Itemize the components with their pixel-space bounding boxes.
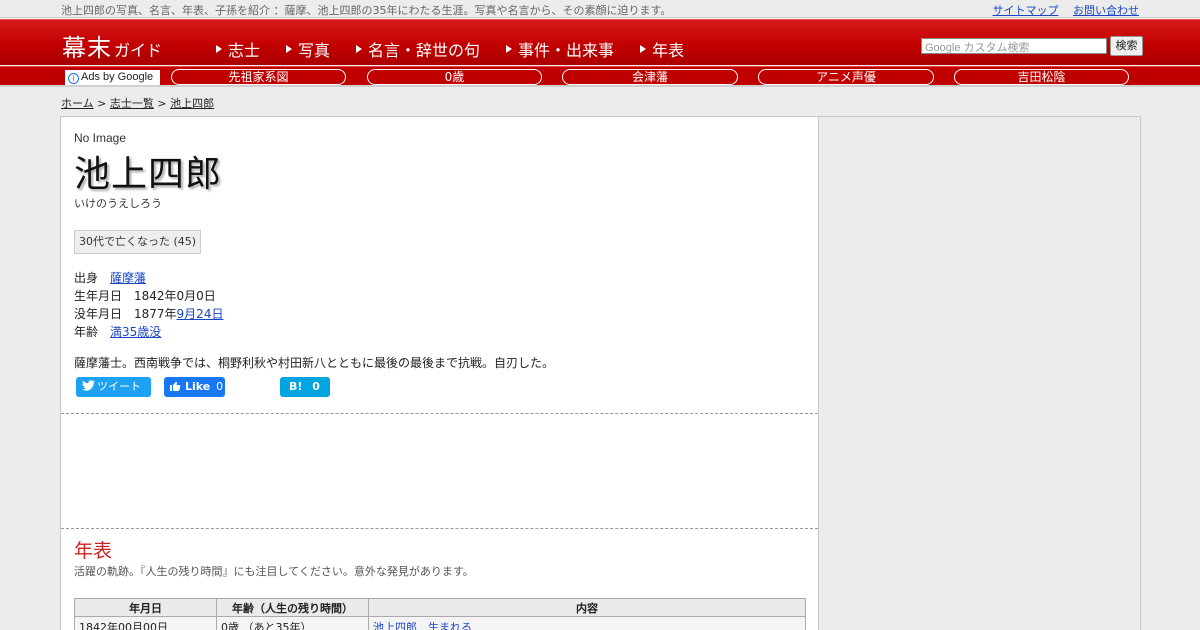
triangle-right-icon — [286, 45, 293, 53]
no-image-label: No Image — [74, 131, 127, 145]
column-header-content: 内容 — [368, 598, 806, 617]
age-link[interactable]: 満35歳没 — [110, 325, 161, 339]
ad-link[interactable]: 先祖家系図 — [171, 69, 346, 85]
breadcrumb: ホーム > 志士一覧 > 池上四郎 — [61, 97, 215, 110]
ad-link[interactable]: 会津藩 — [562, 69, 738, 85]
fb-like-count: 0 — [216, 380, 224, 393]
tweet-label: ツイート — [97, 380, 141, 393]
table-row: 1842年00月00日 0歳 （あと35年） 池上四郎 生まれる — [74, 616, 806, 630]
facebook-like-button[interactable]: Like 0 — [164, 377, 225, 397]
nav-item-label: 名言・辞世の句 — [368, 41, 481, 60]
twitter-bird-icon — [82, 380, 95, 391]
info-icon: i — [68, 73, 79, 84]
fb-like-label: Like — [185, 380, 211, 393]
nav-item-quotes[interactable]: 名言・辞世の句 — [356, 37, 480, 61]
column-header-age: 年齢（人生の残り時間） — [216, 598, 369, 617]
sidebar — [818, 116, 1141, 630]
row-date: 1842年00月00日 — [74, 616, 217, 630]
death-label: 没年月日 — [74, 307, 123, 321]
divider — [61, 413, 818, 414]
triangle-right-icon — [506, 45, 513, 53]
timeline-subtitle: 活躍の軌跡。『人生の残り時間』にも注目してください。意外な発見があります。 — [74, 565, 474, 578]
triangle-right-icon — [356, 45, 363, 53]
death-year: 1877年 — [134, 307, 177, 321]
death-row: 没年月日 1877年9月24日 — [74, 305, 223, 322]
birth-label: 生年月日 — [74, 289, 123, 303]
ad-link[interactable]: 吉田松陰 — [954, 69, 1129, 85]
site-tagline: 池上四郎の写真、名言、年表、子孫を紹介 ：薩摩、池上四郎の35年にわたる生涯。写… — [61, 4, 672, 17]
row-content-link[interactable]: 池上四郎 生まれる — [373, 621, 472, 630]
nav-item-photos[interactable]: 写真 — [286, 37, 330, 61]
nav-item-label: 事件・出来事 — [518, 41, 615, 60]
origin-row: 出身 薩摩藩 — [74, 269, 146, 286]
origin-label: 出身 — [74, 271, 99, 285]
profile-description: 薩摩藩士。西南戦争では、桐野利秋や村田新八とともに最後の最後まで抗戦。自刃した。 — [74, 356, 555, 370]
triangle-right-icon — [216, 45, 222, 53]
column-header-date: 年月日 — [74, 598, 217, 617]
nav-item-label: 年表 — [652, 41, 685, 60]
tweet-button[interactable]: ツイート — [76, 377, 151, 397]
main-content: No Image 池上四郎 いけのうえしろう 30代で亡くなった (45) 出身… — [60, 116, 819, 630]
site-logo[interactable]: 幕末 ガイド — [62, 28, 162, 63]
nav-item-label: 志士 — [228, 41, 261, 60]
breadcrumb-shishi-list[interactable]: 志士一覧 — [110, 97, 154, 110]
logo-sub: ガイド — [114, 41, 163, 60]
triangle-right-icon — [640, 45, 647, 53]
ads-label: Ads by Google — [81, 71, 154, 83]
breadcrumb-home[interactable]: ホーム — [61, 97, 94, 110]
hatena-count: 0 — [312, 380, 320, 393]
ad-link[interactable]: アニメ声優 — [758, 69, 934, 85]
category-tag[interactable]: 30代で亡くなった (45) — [74, 230, 202, 254]
timeline-heading: 年表 — [74, 540, 113, 562]
contact-link[interactable]: お問い合わせ — [1073, 4, 1139, 17]
birth-row: 生年月日 1842年0月0日 — [74, 287, 216, 304]
logo-main: 幕末 — [62, 34, 112, 62]
birth-value: 1842年0月0日 — [134, 289, 216, 303]
search-button[interactable]: 検索 — [1110, 36, 1143, 56]
nav-item-label: 写真 — [298, 41, 331, 60]
ad-links-bar: i Ads by Google 先祖家系図 0歳 会津藩 アニメ声優 吉田松陰 — [0, 66, 1200, 87]
origin-link[interactable]: 薩摩藩 — [110, 271, 146, 285]
thumbs-up-icon — [170, 381, 181, 392]
main-nav: 志士 写真 名言・辞世の句 事件・出来事 年表 — [216, 37, 710, 61]
hatena-bookmark-button[interactable]: B! 0 — [280, 377, 330, 397]
nav-item-timeline[interactable]: 年表 — [640, 37, 684, 61]
nav-item-shishi[interactable]: 志士 — [216, 37, 260, 61]
row-age: 0歳 （あと35年） — [216, 616, 369, 630]
death-date-link[interactable]: 9月24日 — [177, 307, 224, 321]
divider — [61, 528, 818, 529]
nav-item-events[interactable]: 事件・出来事 — [506, 37, 614, 61]
sitemap-link[interactable]: サイトマップ — [993, 4, 1059, 17]
age-row: 年齢 満35歳没 — [74, 323, 161, 340]
ad-link[interactable]: 0歳 — [367, 69, 542, 85]
age-label: 年齢 — [74, 325, 99, 339]
timeline-table: 年月日 年齢（人生の残り時間） 内容 1842年00月00日 0歳 （あと35年… — [74, 598, 806, 630]
site-header: 幕末 ガイド 志士 写真 名言・辞世の句 事件・出来事 年表 Google カスタ… — [0, 19, 1200, 65]
name-reading: いけのうえしろう — [74, 197, 162, 210]
top-links: サイトマップ お問い合わせ — [982, 2, 1140, 18]
page-title: 池上四郎 — [74, 154, 223, 195]
top-strip: 池上四郎の写真、名言、年表、子孫を紹介 ：薩摩、池上四郎の35年にわたる生涯。写… — [0, 0, 1200, 18]
hatena-label: B! — [289, 380, 303, 393]
row-content: 池上四郎 生まれる — [368, 616, 806, 630]
breadcrumb-current[interactable]: 池上四郎 — [170, 97, 214, 110]
table-header-row: 年月日 年齢（人生の残り時間） 内容 — [74, 598, 806, 617]
ads-by-google[interactable]: i Ads by Google — [65, 70, 160, 85]
search-input[interactable]: Google カスタム検索 — [921, 38, 1107, 54]
